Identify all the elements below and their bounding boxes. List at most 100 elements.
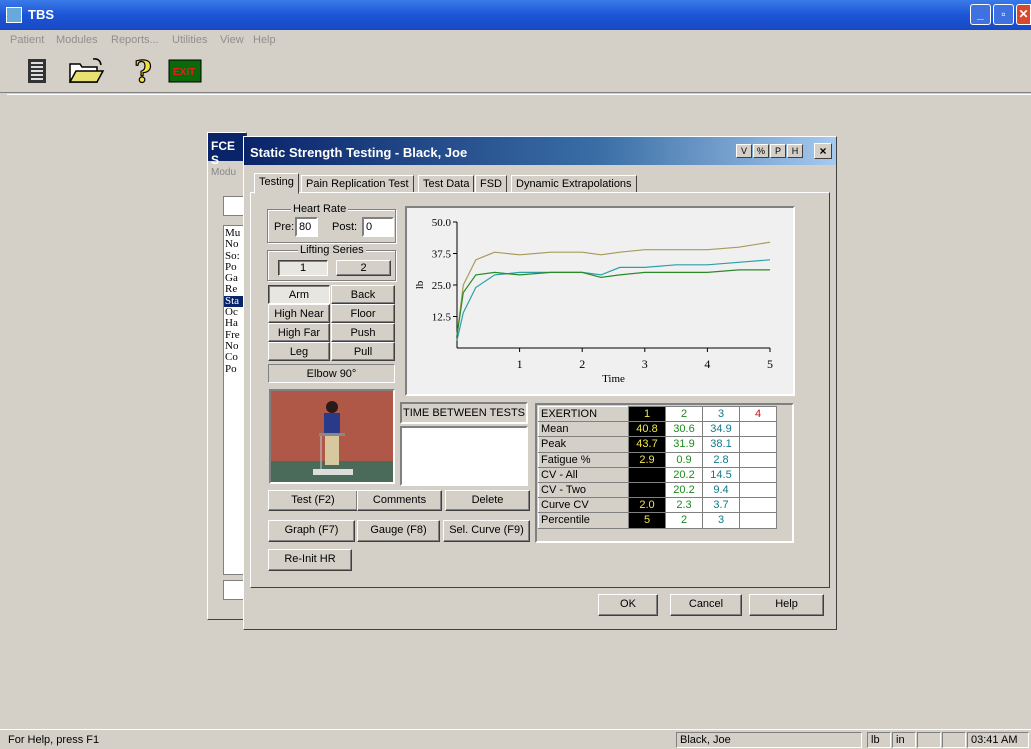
list-item[interactable]: Co: [224, 351, 244, 363]
table-cell: [739, 451, 777, 468]
position-push-button[interactable]: Push: [331, 323, 395, 342]
table-row: Fatigue % 2.9 0.9 2.8: [538, 451, 777, 468]
position-floor-button[interactable]: Floor: [331, 304, 395, 323]
tab-test-data[interactable]: Test Data: [418, 175, 475, 193]
x-tick-label: 4: [704, 357, 710, 371]
svg-text:?: ?: [134, 56, 152, 86]
status-unit-length: in: [892, 732, 916, 748]
help-button[interactable]: Help: [749, 594, 824, 616]
menu-reports[interactable]: Reports...: [111, 34, 159, 46]
row-label: Curve CV: [538, 497, 629, 514]
list-icon[interactable]: [22, 56, 52, 86]
table-cell: [739, 497, 777, 514]
dialog-close-button[interactable]: ×: [814, 143, 832, 159]
tab-testing[interactable]: Testing: [254, 173, 299, 194]
table-cell: 2.3: [665, 497, 703, 514]
statusbar: For Help, press F1 Black, Joe lb in 03:4…: [0, 729, 1031, 749]
test-button[interactable]: Test (F2): [268, 490, 358, 511]
row-label: Fatigue %: [538, 451, 629, 468]
fce-module-list[interactable]: Mu No So: Po Ga Re Sta Oc Ha Fre No Co P…: [223, 225, 245, 575]
row-label: Peak: [538, 436, 629, 453]
tab-fsd[interactable]: FSD: [475, 175, 507, 193]
list-item[interactable]: No: [224, 238, 244, 250]
title-button-p[interactable]: P: [770, 144, 786, 158]
close-button[interactable]: ✕: [1016, 4, 1031, 25]
y-tick-label: 37.5: [432, 249, 452, 261]
open-folder-icon[interactable]: [67, 56, 105, 86]
x-tick-label: 1: [517, 357, 523, 371]
exertion-1-header[interactable]: 1: [628, 405, 666, 423]
position-leg-button[interactable]: Leg: [268, 342, 330, 361]
menu-patient[interactable]: Patient: [10, 34, 44, 46]
minimize-button[interactable]: _: [970, 4, 991, 25]
position-high-near-button[interactable]: High Near: [268, 304, 330, 323]
row-label: CV - Two: [538, 481, 629, 499]
tab-dynamic-extrapolations[interactable]: Dynamic Extrapolations: [511, 175, 637, 193]
fce-window-field[interactable]: [223, 196, 245, 216]
help-question-icon[interactable]: ?: [128, 54, 158, 90]
table-cell: [739, 481, 777, 499]
table-cell: 40.8: [628, 421, 666, 438]
table-cell: [739, 436, 777, 453]
tab-pain-replication[interactable]: Pain Replication Test: [301, 175, 414, 193]
gauge-button[interactable]: Gauge (F8): [357, 520, 440, 542]
heart-rate-label: Heart Rate: [291, 203, 349, 215]
test-position-photo: [269, 389, 395, 484]
time-between-tests-label: TIME BETWEEN TESTS: [400, 402, 528, 424]
table-cell: 14.5: [702, 466, 740, 483]
status-time: 03:41 AM: [967, 732, 1029, 748]
exertion-3-header[interactable]: 3: [702, 405, 740, 423]
maximize-button[interactable]: ▫: [993, 4, 1014, 25]
exertion-4-header[interactable]: 4: [739, 405, 777, 423]
y-tick-label: 25.0: [432, 280, 452, 292]
time-between-tests-display: [400, 426, 528, 486]
status-empty-2: [942, 732, 966, 748]
post-heart-rate-input[interactable]: 0: [362, 217, 394, 237]
title-button-v[interactable]: V: [736, 144, 752, 158]
position-back-button[interactable]: Back: [331, 285, 395, 304]
row-label: Mean: [538, 421, 629, 438]
fce-window-field-bottom[interactable]: [223, 580, 245, 600]
comments-button[interactable]: Comments: [357, 490, 442, 511]
series-line-3: [456, 269, 770, 336]
exit-label: EXIT: [173, 67, 196, 78]
table-cell: [739, 466, 777, 483]
app-title: TBS: [28, 7, 54, 22]
delete-button[interactable]: Delete: [445, 490, 530, 511]
table-row: Peak 43.7 31.9 38.1: [538, 436, 777, 453]
position-pull-button[interactable]: Pull: [331, 342, 395, 361]
series-1-button[interactable]: 1: [278, 260, 328, 276]
position-arm-button[interactable]: Arm: [268, 285, 330, 304]
table-cell: [628, 466, 666, 483]
heart-rate-group: Heart Rate Pre: 80 Post: 0: [267, 203, 396, 243]
x-axis-label: Time: [602, 373, 625, 385]
cancel-button[interactable]: Cancel: [670, 594, 742, 616]
ok-button[interactable]: OK: [598, 594, 658, 616]
position-high-far-button[interactable]: High Far: [268, 323, 330, 342]
row-label: CV - All: [538, 466, 629, 483]
list-item[interactable]: Ha: [224, 318, 244, 330]
fce-window-menu[interactable]: Modu: [211, 167, 236, 178]
menu-modules[interactable]: Modules: [56, 34, 98, 46]
table-cell: 30.6: [665, 421, 703, 438]
post-label: Post:: [332, 221, 358, 233]
series-2-button[interactable]: 2: [336, 260, 391, 276]
menu-utilities[interactable]: Utilities: [172, 34, 207, 46]
exit-button[interactable]: EXIT: [168, 56, 202, 86]
pre-heart-rate-input[interactable]: 80: [295, 217, 318, 237]
graph-button[interactable]: Graph (F7): [268, 520, 355, 542]
menu-help[interactable]: Help: [253, 34, 276, 46]
sel-curve-button[interactable]: Sel. Curve (F9): [443, 520, 530, 542]
menu-view[interactable]: View: [220, 34, 244, 46]
table-row: Mean 40.8 30.6 34.9: [538, 421, 777, 438]
exertion-2-header[interactable]: 2: [665, 405, 703, 423]
title-button-percent[interactable]: %: [753, 144, 769, 158]
list-item[interactable]: Po: [224, 363, 244, 375]
table-cell: [739, 421, 777, 438]
table-cell: 3.7: [702, 497, 740, 514]
title-button-h[interactable]: H: [787, 144, 803, 158]
table-cell: 34.9: [702, 421, 740, 438]
y-tick-label: 12.5: [432, 312, 452, 324]
reinit-hr-button[interactable]: Re-Init HR: [268, 549, 352, 571]
lifting-series-group: Lifting Series 1 2: [267, 244, 396, 281]
